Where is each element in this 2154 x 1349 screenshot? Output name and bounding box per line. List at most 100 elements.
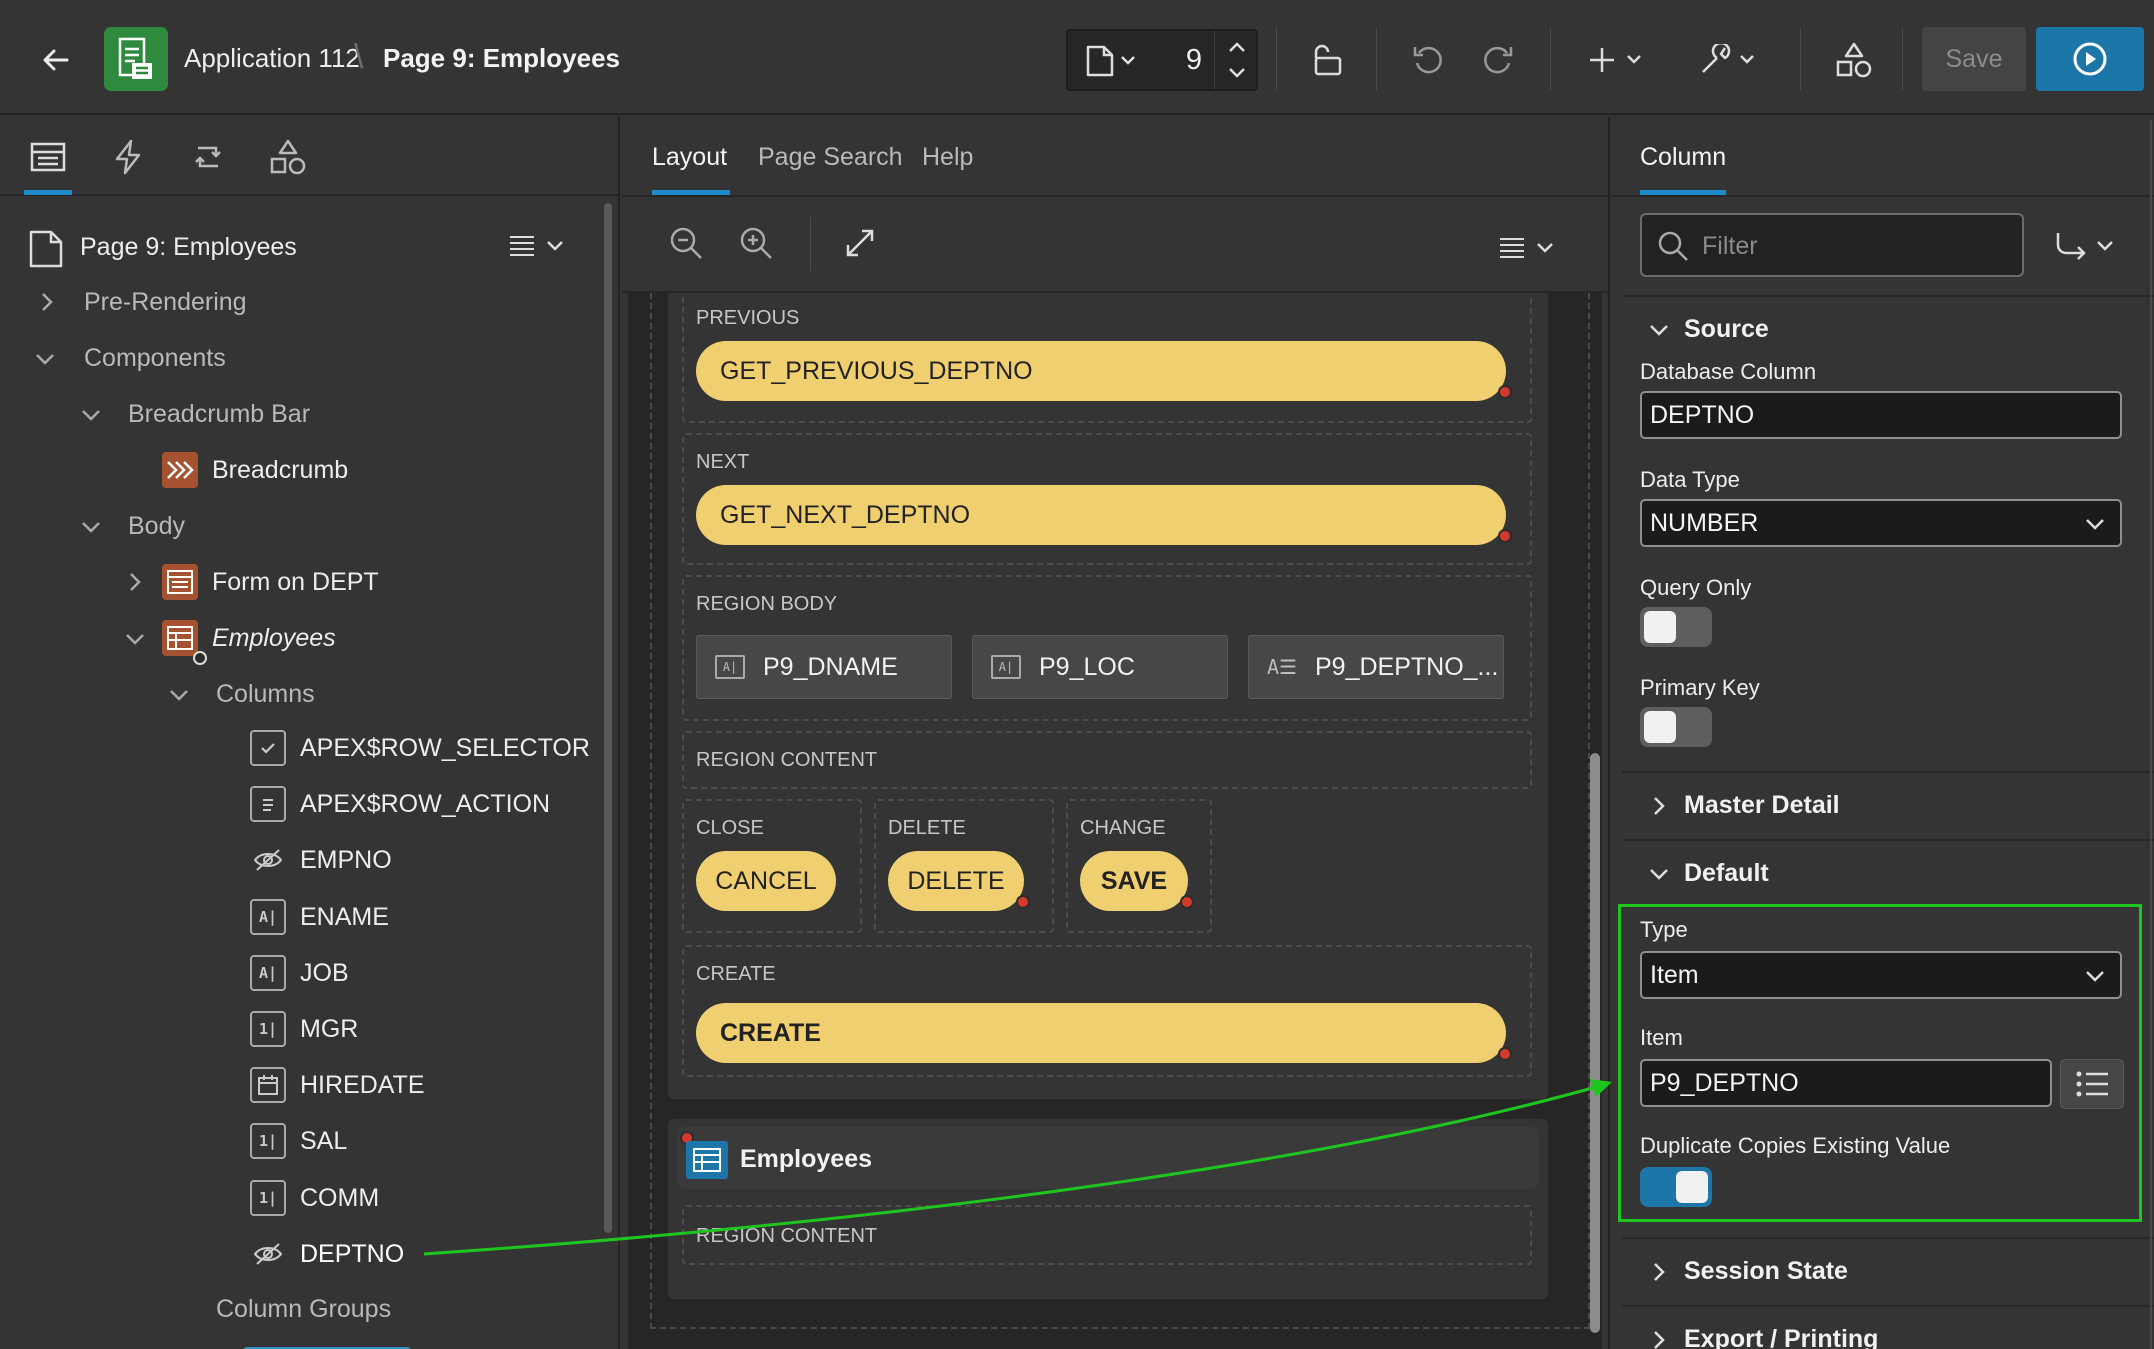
position-label-emp-region-content: REGION CONTENT xyxy=(696,1225,878,1247)
chevron-down-icon[interactable] xyxy=(34,348,56,370)
filter-input[interactable] xyxy=(1702,229,2002,263)
chevron-down-icon[interactable] xyxy=(168,684,190,706)
left-pane-tabs xyxy=(0,117,618,196)
chevron-down-icon[interactable] xyxy=(80,404,102,426)
chevron-right-icon[interactable] xyxy=(1648,1261,1670,1283)
section-default[interactable]: Default xyxy=(1684,859,1769,888)
filter-field[interactable] xyxy=(1640,213,2024,277)
right-scrollbar[interactable] xyxy=(2150,120,2152,1349)
chevron-right-icon[interactable] xyxy=(36,291,58,313)
tree-column-sal[interactable]: SAL xyxy=(300,1127,347,1156)
tree-columns[interactable]: Columns xyxy=(216,680,315,709)
tree-column-comm[interactable]: COMM xyxy=(300,1184,379,1213)
app-logo-icon[interactable] xyxy=(104,27,168,91)
cancel-button[interactable]: CANCEL xyxy=(696,851,836,911)
section-session-state[interactable]: Session State xyxy=(1684,1257,1848,1286)
page-title: Page 9: Employees xyxy=(383,43,620,73)
tree-column-hiredate[interactable]: HIREDATE xyxy=(300,1071,425,1100)
item-p9-loc[interactable]: A| P9_LOC xyxy=(972,635,1228,699)
tree-column-empno[interactable]: EMPNO xyxy=(300,846,392,875)
undo-button[interactable] xyxy=(1408,40,1448,80)
tree-pre-rendering[interactable]: Pre-Rendering xyxy=(84,288,247,317)
rendering-icon xyxy=(30,142,66,172)
interactive-grid-icon xyxy=(686,1141,728,1179)
tab-shared-components[interactable] xyxy=(264,135,312,179)
tab-rendering[interactable] xyxy=(24,135,72,179)
form-on-dept-region[interactable]: PREVIOUS GET_PREVIOUS_DEPTNO NEXT GET_NE… xyxy=(668,293,1548,1099)
tree-column-apex-row-selector[interactable]: APEX$ROW_SELECTOR xyxy=(300,734,590,763)
page-number-input[interactable]: 9 xyxy=(1174,44,1214,77)
tree-breadcrumb[interactable]: Breadcrumb xyxy=(212,456,348,485)
tree-column-mgr[interactable]: MGR xyxy=(300,1015,358,1044)
utilities-menu-button[interactable] xyxy=(1698,40,1762,80)
tab-dynamic-actions[interactable] xyxy=(104,135,152,179)
tree-column-apex-row-action[interactable]: APEX$ROW_ACTION xyxy=(300,790,550,819)
save-button[interactable]: Save xyxy=(1922,27,2026,91)
tree-column-deptno[interactable]: DEPTNO xyxy=(300,1240,404,1269)
create-menu-button[interactable] xyxy=(1588,40,1648,80)
page-icon[interactable] xyxy=(1086,45,1136,77)
zoom-out-button[interactable] xyxy=(668,225,704,261)
text-field-icon: A| xyxy=(250,954,286,991)
employees-region[interactable]: Employees REGION CONTENT xyxy=(668,1119,1548,1299)
zoom-in-button[interactable] xyxy=(738,225,774,261)
get-next-deptno-button[interactable]: GET_NEXT_DEPTNO xyxy=(696,485,1506,545)
plus-icon xyxy=(1590,48,1641,72)
canvas-scrollbar[interactable] xyxy=(1590,753,1600,1333)
chevron-down-icon[interactable] xyxy=(1648,319,1670,341)
tree-body[interactable]: Body xyxy=(128,512,185,541)
data-type-select[interactable]: NUMBER xyxy=(1640,499,2122,547)
chevron-down-icon[interactable] xyxy=(1648,863,1670,885)
chevron-down-icon[interactable] xyxy=(80,516,102,538)
go-to-group-button[interactable] xyxy=(2054,229,2118,265)
lock-button[interactable] xyxy=(1306,40,1346,80)
section-export-printing[interactable]: Export / Printing xyxy=(1684,1325,1878,1349)
chevron-right-icon[interactable] xyxy=(124,571,146,593)
primary-key-toggle[interactable] xyxy=(1640,707,1712,747)
database-column-field[interactable]: DEPTNO xyxy=(1640,391,2122,439)
chevron-right-icon[interactable] xyxy=(1648,795,1670,817)
chevron-down-icon[interactable] xyxy=(124,628,146,650)
expand-button[interactable] xyxy=(844,227,876,259)
tree-breadcrumb-bar[interactable]: Breadcrumb Bar xyxy=(128,400,310,429)
section-master-detail[interactable]: Master Detail xyxy=(1684,791,1840,820)
item-p9-deptno[interactable]: A☰ P9_DEPTNO_... xyxy=(1248,635,1504,699)
layout-canvas[interactable]: PREVIOUS GET_PREVIOUS_DEPTNO NEXT GET_NE… xyxy=(628,293,1602,1349)
zoom-in-icon xyxy=(740,227,772,259)
shared-components-button[interactable] xyxy=(1834,40,1874,80)
app-name[interactable]: Application 112 xyxy=(184,43,360,74)
item-p9-dname[interactable]: A| P9_DNAME xyxy=(696,635,952,699)
section-source[interactable]: Source xyxy=(1684,315,1769,344)
tree-components[interactable]: Components xyxy=(84,344,226,373)
highlight-box-annotation xyxy=(1618,904,2142,1222)
layout-menu-button[interactable] xyxy=(1498,231,1558,267)
display-only-icon: A☰ xyxy=(1267,655,1297,679)
wrench-icon xyxy=(1702,44,1754,73)
get-previous-deptno-button[interactable]: GET_PREVIOUS_DEPTNO xyxy=(696,341,1506,401)
tab-processing[interactable] xyxy=(184,135,232,179)
create-button[interactable]: CREATE xyxy=(696,1003,1506,1063)
redo-button[interactable] xyxy=(1478,40,1518,80)
tab-layout[interactable]: Layout xyxy=(652,143,727,172)
chevron-right-icon[interactable] xyxy=(1648,1329,1670,1349)
tree-menu-button[interactable] xyxy=(508,229,568,265)
tree-employees[interactable]: Employees xyxy=(212,624,336,653)
delete-button[interactable]: DELETE xyxy=(888,851,1024,911)
tree-column-ename[interactable]: ENAME xyxy=(300,903,389,932)
tree-column-groups[interactable]: Column Groups xyxy=(216,1295,391,1324)
tree-column-job[interactable]: JOB xyxy=(300,959,349,988)
save-button[interactable]: SAVE xyxy=(1080,851,1188,911)
query-only-toggle[interactable] xyxy=(1640,607,1712,647)
tab-page-search[interactable]: Page Search xyxy=(758,143,903,172)
run-button[interactable] xyxy=(2036,27,2144,91)
tab-help[interactable]: Help xyxy=(922,143,973,172)
tree-root-page[interactable]: Page 9: Employees xyxy=(80,233,297,262)
page-selector[interactable]: 9 xyxy=(1066,29,1258,91)
left-scrollbar[interactable] xyxy=(604,203,612,1233)
text-field-icon: A| xyxy=(715,655,745,679)
tab-column[interactable]: Column xyxy=(1640,143,1726,172)
back-button[interactable] xyxy=(36,40,76,80)
tree-form-on-dept[interactable]: Form on DEPT xyxy=(212,568,379,597)
page-stepper-icon[interactable] xyxy=(1226,39,1248,81)
position-label-create: CREATE xyxy=(696,963,776,985)
